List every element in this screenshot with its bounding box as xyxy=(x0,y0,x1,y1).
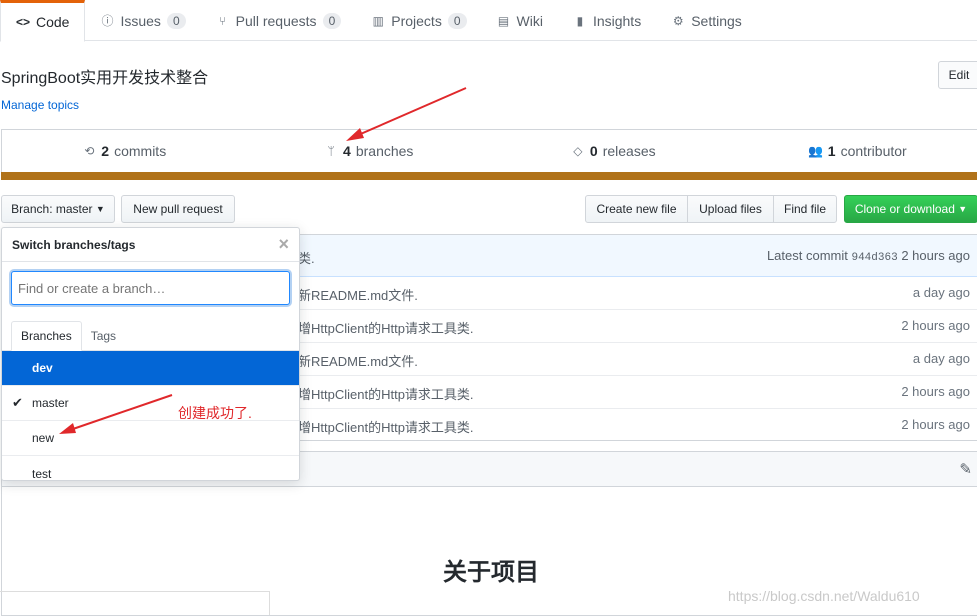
annotation-arrows xyxy=(0,0,977,615)
arrow-to-new-branch xyxy=(59,395,172,434)
arrow-to-branches xyxy=(346,88,466,141)
